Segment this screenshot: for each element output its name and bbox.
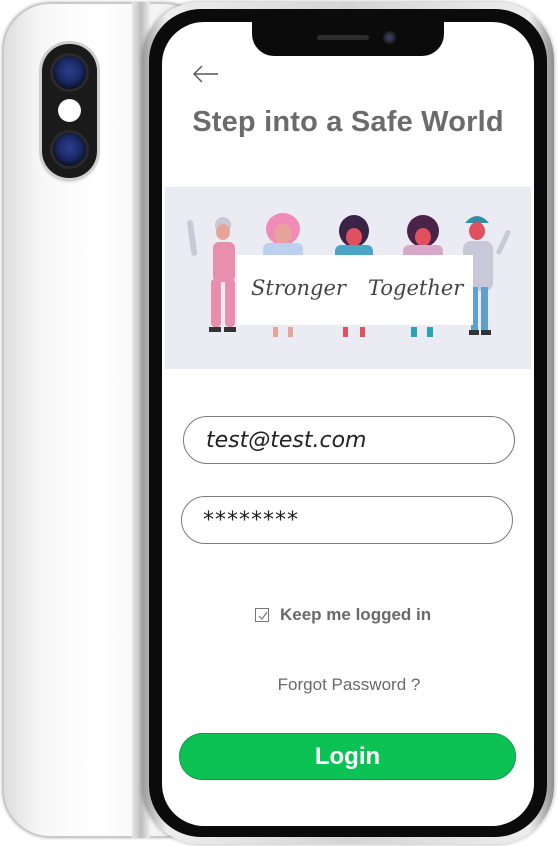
email-value: test@test.com xyxy=(206,427,367,453)
app-screen: Step into a Safe World Stronger Together… xyxy=(162,22,534,826)
banner-text-right: Together xyxy=(368,276,465,300)
keep-logged-in-toggle[interactable]: Keep me logged in xyxy=(255,605,431,625)
phone-notch xyxy=(252,22,444,56)
banner-text-left: Stronger xyxy=(251,276,348,300)
forgot-password-link[interactable]: Forgot Password ? xyxy=(162,675,534,695)
page-title: Step into a Safe World xyxy=(192,106,504,138)
stronger-together-banner: Stronger Together xyxy=(165,187,531,369)
front-camera-icon xyxy=(383,31,396,44)
front-phone-mockup: Step into a Safe World Stronger Together… xyxy=(142,2,554,844)
login-button-label: Login xyxy=(314,742,381,770)
earpiece-speaker xyxy=(317,35,369,40)
keep-logged-in-label: Keep me logged in xyxy=(280,605,432,624)
checkmark-icon xyxy=(258,611,268,620)
flash-icon xyxy=(58,99,81,122)
camera-lens-icon xyxy=(53,56,86,89)
email-field[interactable]: test@test.com xyxy=(183,416,515,464)
keep-logged-in-checkbox[interactable] xyxy=(255,608,269,622)
password-value: ******** xyxy=(203,507,299,533)
login-button[interactable]: Login xyxy=(179,733,516,780)
back-arrow-icon[interactable] xyxy=(191,63,221,85)
rear-camera-module xyxy=(42,44,97,178)
password-field[interactable]: ******** xyxy=(181,496,513,544)
illustration-woman-1 xyxy=(187,217,236,332)
phone-bezel: Step into a Safe World Stronger Together… xyxy=(149,9,547,837)
camera-lens-icon xyxy=(53,133,86,166)
